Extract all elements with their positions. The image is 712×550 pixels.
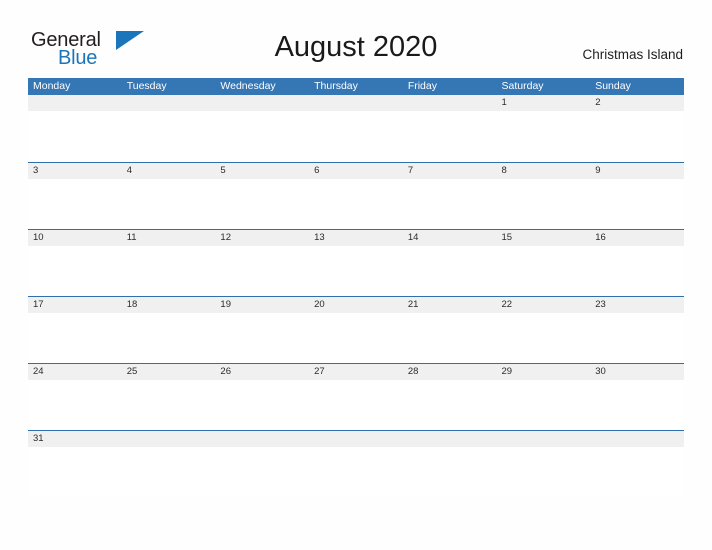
day-header-wednesday: Wednesday [220,80,276,92]
week-note-area[interactable] [28,179,684,228]
week-row: 1 2 [28,95,684,162]
day-cell[interactable]: 5 [215,163,309,179]
day-cell[interactable] [590,431,684,447]
day-cell[interactable] [215,431,309,447]
location-label: Christmas Island [582,47,683,62]
day-cell[interactable]: 3 [28,163,122,179]
day-cell[interactable]: 9 [590,163,684,179]
day-cell[interactable]: 6 [309,163,403,179]
day-cell[interactable] [403,95,497,111]
day-cell[interactable]: 27 [309,364,403,380]
day-cell[interactable]: 4 [122,163,216,179]
day-cell[interactable]: 24 [28,364,122,380]
week-date-band: 3 4 5 6 7 8 9 [28,163,684,179]
day-cell[interactable] [28,95,122,111]
calendar-grid: Monday Tuesday Wednesday Thursday Friday… [28,78,684,497]
day-header-thursday: Thursday [314,80,358,92]
week-date-band: 10 11 12 13 14 15 16 [28,230,684,246]
day-cell[interactable]: 15 [497,230,591,246]
week-date-band: 1 2 [28,95,684,111]
day-cell[interactable]: 17 [28,297,122,313]
day-cell[interactable]: 2 [590,95,684,111]
week-row: 10 11 12 13 14 15 16 [28,229,684,296]
day-cell[interactable]: 26 [215,364,309,380]
day-cell[interactable]: 14 [403,230,497,246]
day-cell[interactable]: 28 [403,364,497,380]
week-row: 3 4 5 6 7 8 9 [28,162,684,229]
page-header: General Blue August 2020 Christmas Islan… [0,0,712,78]
day-cell[interactable]: 11 [122,230,216,246]
week-row: 17 18 19 20 21 22 23 [28,296,684,363]
day-cell[interactable]: 10 [28,230,122,246]
day-cell[interactable] [309,95,403,111]
week-row: 31 [28,430,684,497]
day-cell[interactable] [215,95,309,111]
week-note-area[interactable] [28,246,684,295]
week-date-band: 24 25 26 27 28 29 30 [28,364,684,380]
day-cell[interactable]: 31 [28,431,122,447]
day-cell[interactable]: 30 [590,364,684,380]
day-header-saturday: Saturday [501,80,544,92]
calendar-page: General Blue August 2020 Christmas Islan… [0,0,712,550]
week-date-band: 17 18 19 20 21 22 23 [28,297,684,313]
day-cell[interactable] [309,431,403,447]
day-header-monday: Monday [33,80,71,92]
day-cell[interactable]: 13 [309,230,403,246]
day-cell[interactable]: 21 [403,297,497,313]
day-cell[interactable] [122,431,216,447]
day-header-tuesday: Tuesday [126,80,167,92]
day-cell[interactable]: 23 [590,297,684,313]
day-cell[interactable] [497,431,591,447]
day-header-sunday: Sunday [595,80,631,92]
day-cell[interactable] [403,431,497,447]
day-cell[interactable]: 25 [122,364,216,380]
day-cell[interactable]: 16 [590,230,684,246]
day-cell[interactable]: 29 [497,364,591,380]
week-date-band: 31 [28,431,684,447]
week-note-area[interactable] [28,111,684,160]
week-note-area[interactable] [28,380,684,429]
day-cell[interactable]: 1 [497,95,591,111]
day-header-friday: Friday [407,80,437,92]
day-cell[interactable] [122,95,216,111]
day-cell[interactable]: 8 [497,163,591,179]
day-cell[interactable]: 12 [215,230,309,246]
day-cell[interactable]: 22 [497,297,591,313]
day-cell[interactable]: 7 [403,163,497,179]
week-note-area[interactable] [28,313,684,362]
day-cell[interactable]: 18 [122,297,216,313]
day-cell[interactable]: 20 [309,297,403,313]
day-cell[interactable]: 19 [215,297,309,313]
day-of-week-header-row: Monday Tuesday Wednesday Thursday Friday… [28,78,684,95]
week-row: 24 25 26 27 28 29 30 [28,363,684,430]
week-note-area[interactable] [28,447,684,496]
